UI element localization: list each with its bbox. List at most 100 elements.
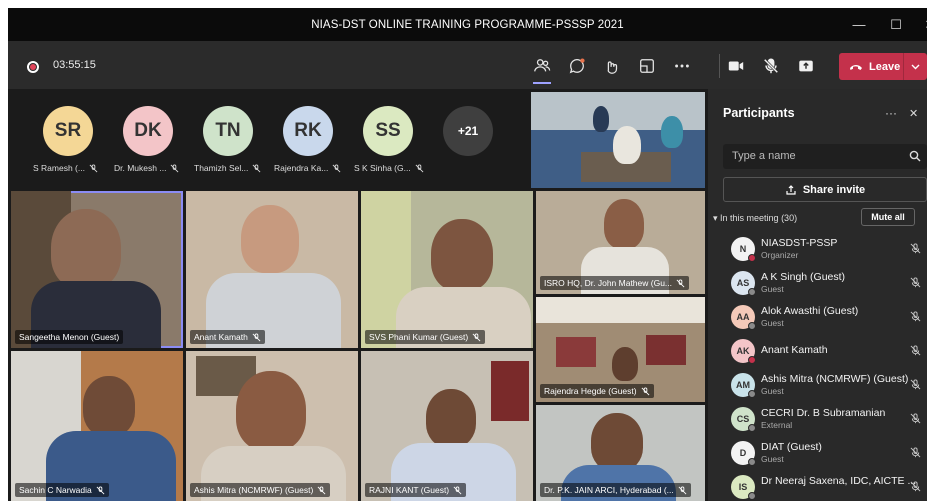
mic-off-icon[interactable]: [910, 481, 921, 492]
panel-close-button[interactable]: ✕: [909, 107, 918, 120]
mic-off-icon: [89, 163, 98, 172]
mic-off-icon: [472, 332, 481, 341]
mic-off-icon[interactable]: [910, 345, 921, 356]
leave-options-button[interactable]: [903, 53, 927, 80]
camera-button[interactable]: [722, 53, 750, 79]
mute-all-button[interactable]: Mute all: [861, 208, 915, 226]
mic-off-icon[interactable]: [910, 413, 921, 424]
status-dot: [748, 322, 756, 330]
video-stage: SR S Ramesh (... DK Dr. Mukesh ... TN Th…: [8, 89, 708, 501]
close-window-button[interactable]: ✕: [913, 8, 927, 41]
reactions-button[interactable]: [598, 53, 626, 79]
participant-role: Organizer: [761, 250, 799, 260]
mic-off-icon[interactable]: [910, 243, 921, 254]
video-tile[interactable]: Dr. P.K. JAIN ARCI, Hyderabad (...: [536, 405, 705, 501]
video-tile[interactable]: SVS Phani Kumar (Guest): [361, 191, 533, 348]
participant-row[interactable]: IS Dr Neeraj Saxena, IDC, AICTE ...: [708, 467, 927, 501]
avatar[interactable]: SR: [43, 106, 93, 156]
participant-row[interactable]: AS A K Singh (Guest) Guest: [708, 263, 927, 297]
minimize-button[interactable]: —: [842, 8, 876, 41]
participant-row[interactable]: AK Anant Kamath: [708, 331, 927, 365]
participant-row[interactable]: CS CECRI Dr. B Subramanian External: [708, 399, 927, 433]
participant-row[interactable]: AM Ashis Mitra (NCMRWF) (Guest) Guest: [708, 365, 927, 399]
avatar[interactable]: DK: [123, 106, 173, 156]
share-tray-icon: [799, 60, 813, 72]
meeting-toolbar: 03:55:15 Leave: [8, 41, 927, 89]
video-tile[interactable]: Sachin C Narwadia: [11, 351, 183, 501]
maximize-button[interactable]: ☐: [879, 8, 913, 41]
mic-button[interactable]: [757, 53, 785, 79]
more-actions-button[interactable]: [668, 53, 696, 79]
share-screen-button[interactable]: [792, 53, 820, 79]
search-placeholder: Type a name: [732, 150, 796, 162]
wall-picture: [556, 337, 596, 367]
avatar-name: S K Sinha (G...: [354, 163, 424, 173]
panel-more-button[interactable]: ···: [885, 106, 897, 120]
status-dot: [748, 492, 756, 500]
avatar: CS: [731, 407, 756, 432]
avatar[interactable]: RK: [283, 106, 333, 156]
share-invite-button[interactable]: Share invite: [723, 177, 927, 202]
participant-row[interactable]: N NIASDST-PSSP Organizer: [708, 229, 927, 263]
person: [236, 371, 306, 451]
person: [426, 389, 476, 447]
avatar: AA: [731, 305, 756, 330]
leave-button[interactable]: Leave: [839, 53, 927, 80]
tile-name-label: Dr. P.K. JAIN ARCI, Hyderabad (...: [540, 483, 691, 497]
mic-off-icon: [96, 485, 105, 494]
avatar-name: S Ramesh (...: [33, 163, 98, 173]
mic-off-icon: [641, 386, 650, 395]
rooms-button[interactable]: [633, 53, 661, 79]
person: [613, 126, 641, 164]
mic-off-icon[interactable]: [910, 447, 921, 458]
overflow-participants-button[interactable]: +21: [443, 106, 493, 156]
video-tile[interactable]: RAJNI KANT (Guest): [361, 351, 533, 501]
avatar[interactable]: TN: [203, 106, 253, 156]
participant-row[interactable]: D DIAT (Guest) Guest: [708, 433, 927, 467]
participant-role: Guest: [761, 284, 784, 294]
wall-picture: [646, 335, 686, 365]
avatar-name: Dr. Mukesh ...: [114, 163, 179, 173]
participants-button[interactable]: [528, 53, 556, 84]
video-tile-room[interactable]: [531, 92, 705, 188]
mic-off-icon[interactable]: [910, 277, 921, 288]
person: [591, 413, 643, 471]
mic-off-icon: [678, 485, 687, 494]
leave-label: Leave: [869, 60, 901, 73]
video-tile[interactable]: Sangeetha Menon (Guest): [11, 191, 183, 348]
video-tile[interactable]: Rajendra Hegde (Guest): [536, 297, 705, 402]
status-dot: [748, 458, 756, 466]
person: [612, 347, 638, 381]
video-tile[interactable]: Ashis Mitra (NCMRWF) (Guest): [186, 351, 358, 501]
recording-icon: [27, 61, 39, 73]
avatar[interactable]: SS: [363, 106, 413, 156]
mic-off-icon: [171, 163, 179, 172]
mic-off-icon: [763, 58, 779, 74]
share-icon: [786, 184, 796, 195]
video-tile[interactable]: Anant Kamath: [186, 191, 358, 348]
avatar: AS: [731, 271, 756, 296]
in-meeting-header[interactable]: ▾ In this meeting (30): [713, 213, 797, 224]
search-icon: [909, 150, 921, 162]
status-dot: [748, 254, 756, 262]
participant-row[interactable]: AA Alok Awasthi (Guest) Guest: [708, 297, 927, 331]
mic-off-icon: [332, 163, 341, 172]
participant-name: A K Singh (Guest): [761, 271, 846, 283]
share-invite-label: Share invite: [802, 183, 866, 196]
participant-name: Dr Neeraj Saxena, IDC, AICTE ...: [761, 475, 917, 487]
mic-off-icon: [317, 485, 326, 494]
participant-role: Guest: [761, 318, 784, 328]
people-icon: [534, 59, 551, 72]
mic-off-icon: [676, 278, 685, 287]
chat-icon: [569, 58, 585, 74]
status-dot: [748, 390, 756, 398]
search-participants-input[interactable]: Type a name: [723, 144, 927, 169]
avatar: AK: [731, 339, 756, 364]
mic-off-icon[interactable]: [910, 379, 921, 390]
participant-role: Guest: [761, 386, 784, 396]
chat-button[interactable]: [563, 53, 591, 79]
camera-icon: [728, 61, 744, 71]
participant-name: Anant Kamath: [761, 344, 828, 356]
mic-off-icon[interactable]: [910, 311, 921, 322]
video-tile[interactable]: ISRO HQ, Dr. John Mathew (Gu...: [536, 191, 705, 294]
